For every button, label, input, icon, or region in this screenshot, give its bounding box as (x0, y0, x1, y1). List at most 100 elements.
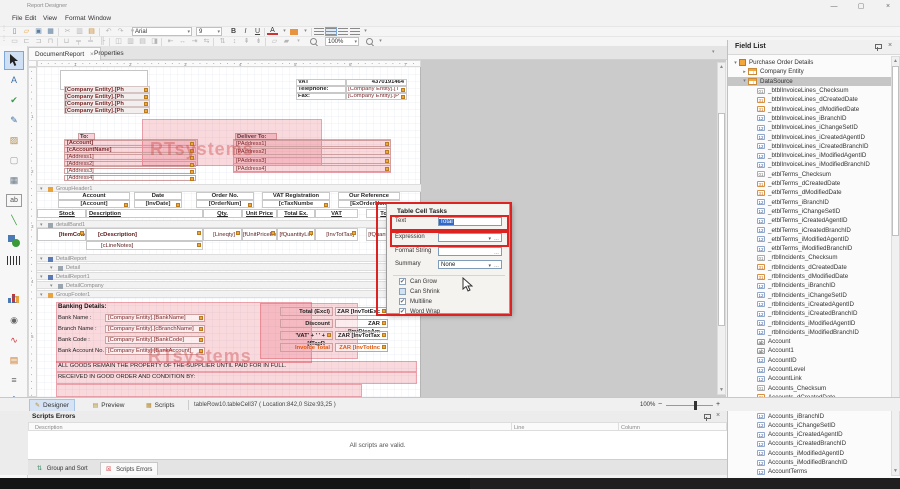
picture-box-tool-icon[interactable]: ▨ (5, 132, 23, 149)
italic-button[interactable]: I (240, 27, 251, 36)
company-entity-field[interactable]: [Company Entity].[Ph (64, 93, 150, 100)
field-tree-item[interactable]: 31_etblTerms_dModifiedDate (728, 188, 891, 197)
band-header-detailcompany[interactable]: ▾DetailCompany (37, 281, 421, 289)
smart-tag-icon[interactable] (144, 95, 148, 99)
smart-tag-icon[interactable] (144, 88, 148, 92)
field-tree-item[interactable]: 12Accounts_iChangeSetID (728, 421, 891, 430)
field-tree-item[interactable]: 12_etblTerms_iBranchID (728, 198, 891, 207)
panel-chevron-icon[interactable]: ▾ (712, 50, 715, 56)
smart-tag-icon[interactable] (324, 203, 328, 207)
smart-tag-icon[interactable] (190, 163, 194, 167)
field-tree-item[interactable]: 12_rtblIncidents_iCreatedAgentID (728, 300, 891, 309)
bold-button[interactable]: B (228, 27, 239, 36)
zoom-minus-button[interactable]: − (658, 401, 662, 409)
layout-tool-2-icon[interactable]: ⊐ (33, 37, 44, 46)
close-button[interactable]: × (878, 1, 898, 12)
order-header-value[interactable]: [cTaxNumbe (262, 200, 330, 208)
totals-value[interactable]: ZAR [InvTotTax (335, 331, 388, 340)
layout-tool-7-icon[interactable]: ╟ (97, 37, 108, 46)
field-tree-item[interactable]: 12Accounts_iBranchID (728, 411, 891, 420)
tab-scripts-errors[interactable]: ☒ Scripts Errors (100, 462, 158, 475)
smart-tag-icon[interactable] (199, 349, 203, 353)
smart-tag-icon[interactable] (352, 231, 356, 235)
layout-tool-21-icon[interactable]: ▰ (281, 37, 292, 46)
highlight-dropdown-icon[interactable]: ▾ (300, 27, 311, 36)
smart-tag-icon[interactable] (271, 231, 275, 235)
toolbar-grip-icon[interactable]: ⋮ (1, 28, 4, 36)
toolbar-grip-icon[interactable]: ⋮ (1, 38, 4, 46)
column-header-qty-[interactable]: Qty. (203, 209, 242, 218)
chevron-down-icon[interactable]: ▾ (50, 283, 53, 289)
checkbox-word-wrap[interactable]: ✔ (399, 308, 406, 315)
pointer-tool-icon[interactable] (5, 52, 23, 69)
open-button[interactable]: ▱ (21, 27, 32, 36)
maximize-button[interactable]: ▢ (851, 1, 871, 12)
field-tree-item[interactable]: 12_btblInvoiceLines_iChangeSetID (728, 123, 891, 132)
page-break-tool-icon[interactable]: ≡ (5, 372, 23, 389)
field-tree-item[interactable]: 12Accounts_iCreatedBranchID (728, 439, 891, 448)
smart-tag-icon[interactable] (190, 156, 194, 160)
tree-expander-icon[interactable]: ▾ (732, 60, 739, 66)
pivot-grid-tool-icon[interactable]: Σ (5, 292, 23, 309)
align-center-button[interactable] (326, 28, 336, 35)
band-header-groupfooter1[interactable]: ▾GroupFooter1 (37, 290, 421, 298)
zoom-dropdown-icon[interactable]: ▾ (375, 37, 386, 46)
address-field[interactable]: [Address4] (64, 175, 196, 181)
zoom-slider-thumb[interactable] (694, 401, 697, 410)
pin-icon[interactable] (703, 413, 711, 422)
font-color-button[interactable]: A (267, 27, 278, 35)
paste-button[interactable]: ▤ (86, 27, 97, 36)
field-tree-item[interactable]: 12_btblInvoiceLines_iBranchID (728, 114, 891, 123)
totals-value[interactable]: ZAR [InvTotInc (335, 343, 388, 352)
layout-tool-20-icon[interactable]: ▱ (269, 37, 280, 46)
smart-tag-icon[interactable] (382, 345, 386, 349)
tab-scripts[interactable]: ▦Scripts (141, 400, 180, 412)
field-tree-item[interactable]: abAccount1 (728, 346, 891, 355)
field-tree-item[interactable]: 31_btblInvoiceLines_dCreatedDate (728, 95, 891, 104)
layout-tool-13-icon[interactable]: ↔ (177, 37, 188, 46)
layout-tool-0-icon[interactable]: ▭ (9, 37, 20, 46)
detail-cell[interactable]: [ItemCode] (37, 228, 86, 241)
minimize-button[interactable]: — (824, 1, 844, 12)
layout-tool-1-icon[interactable]: ⊏ (21, 37, 32, 46)
align-right-button[interactable] (338, 28, 348, 35)
popup-input-button[interactable]: … (494, 262, 499, 270)
chevron-down-icon[interactable]: ▾ (50, 265, 53, 271)
save-all-button[interactable]: ▦ (45, 27, 56, 36)
field-tree-item[interactable]: ▾DataSource (728, 77, 891, 86)
company-entity-field[interactable]: [Company Entity].[Ph (64, 86, 150, 93)
character-comb-tool-icon[interactable]: ab (6, 194, 22, 207)
report-footer-line[interactable]: ALL GOODS REMAIN THE PROPERTY OF THE SUP… (58, 363, 286, 369)
field-tree-item[interactable]: 12_btblInvoiceLines_iCreatedAgentID (728, 132, 891, 141)
banking-label[interactable]: Bank Account No. : (58, 348, 107, 354)
zoom-in-icon[interactable] (366, 38, 373, 45)
menu-format[interactable]: Format (65, 15, 86, 22)
smart-tag-icon[interactable] (176, 203, 180, 207)
field-list-scrollbar[interactable]: ▲ ▼ (891, 56, 900, 476)
smart-tag-icon[interactable] (199, 316, 203, 320)
smart-tag-icon[interactable] (385, 142, 389, 146)
underline-button[interactable]: U (252, 27, 263, 36)
chevron-down-icon[interactable]: ▾ (40, 292, 43, 298)
layout-tool-19-icon[interactable]: ⇟ (253, 37, 264, 46)
smart-tag-icon[interactable] (197, 231, 201, 235)
align-dropdown-icon[interactable]: ▾ (360, 27, 371, 36)
detail-cell[interactable]: [InvTotTax] (315, 228, 358, 241)
popup-format-string-input[interactable]: … (438, 247, 502, 256)
tree-expander-icon[interactable]: ▸ (741, 69, 748, 75)
align-left-button[interactable] (314, 28, 324, 35)
checkbox-can-shrink[interactable] (399, 288, 406, 295)
smart-tag-icon[interactable] (401, 95, 405, 99)
popup-input-button[interactable]: … (494, 235, 499, 243)
zoom-plus-button[interactable]: + (716, 401, 720, 409)
shape-tool-icon[interactable] (5, 232, 23, 249)
field-tree-item[interactable]: 12_btblInvoiceLines_iCreatedBranchID (728, 142, 891, 151)
totals-label[interactable]: Total (Excl) (280, 307, 333, 316)
field-tree-item[interactable]: ▸Company Entity (728, 67, 891, 76)
tab-group-and-sort[interactable]: ⇅ Group and Sort (32, 462, 93, 475)
smart-tag-icon[interactable] (190, 170, 194, 174)
popup-text-input[interactable]: Total (438, 217, 502, 226)
field-tree-item[interactable]: 12_etblTerms_iCreatedBranchID (728, 225, 891, 234)
address-field[interactable]: [Address3] (64, 168, 196, 174)
layout-tool-16-icon[interactable]: ⇅ (217, 37, 228, 46)
